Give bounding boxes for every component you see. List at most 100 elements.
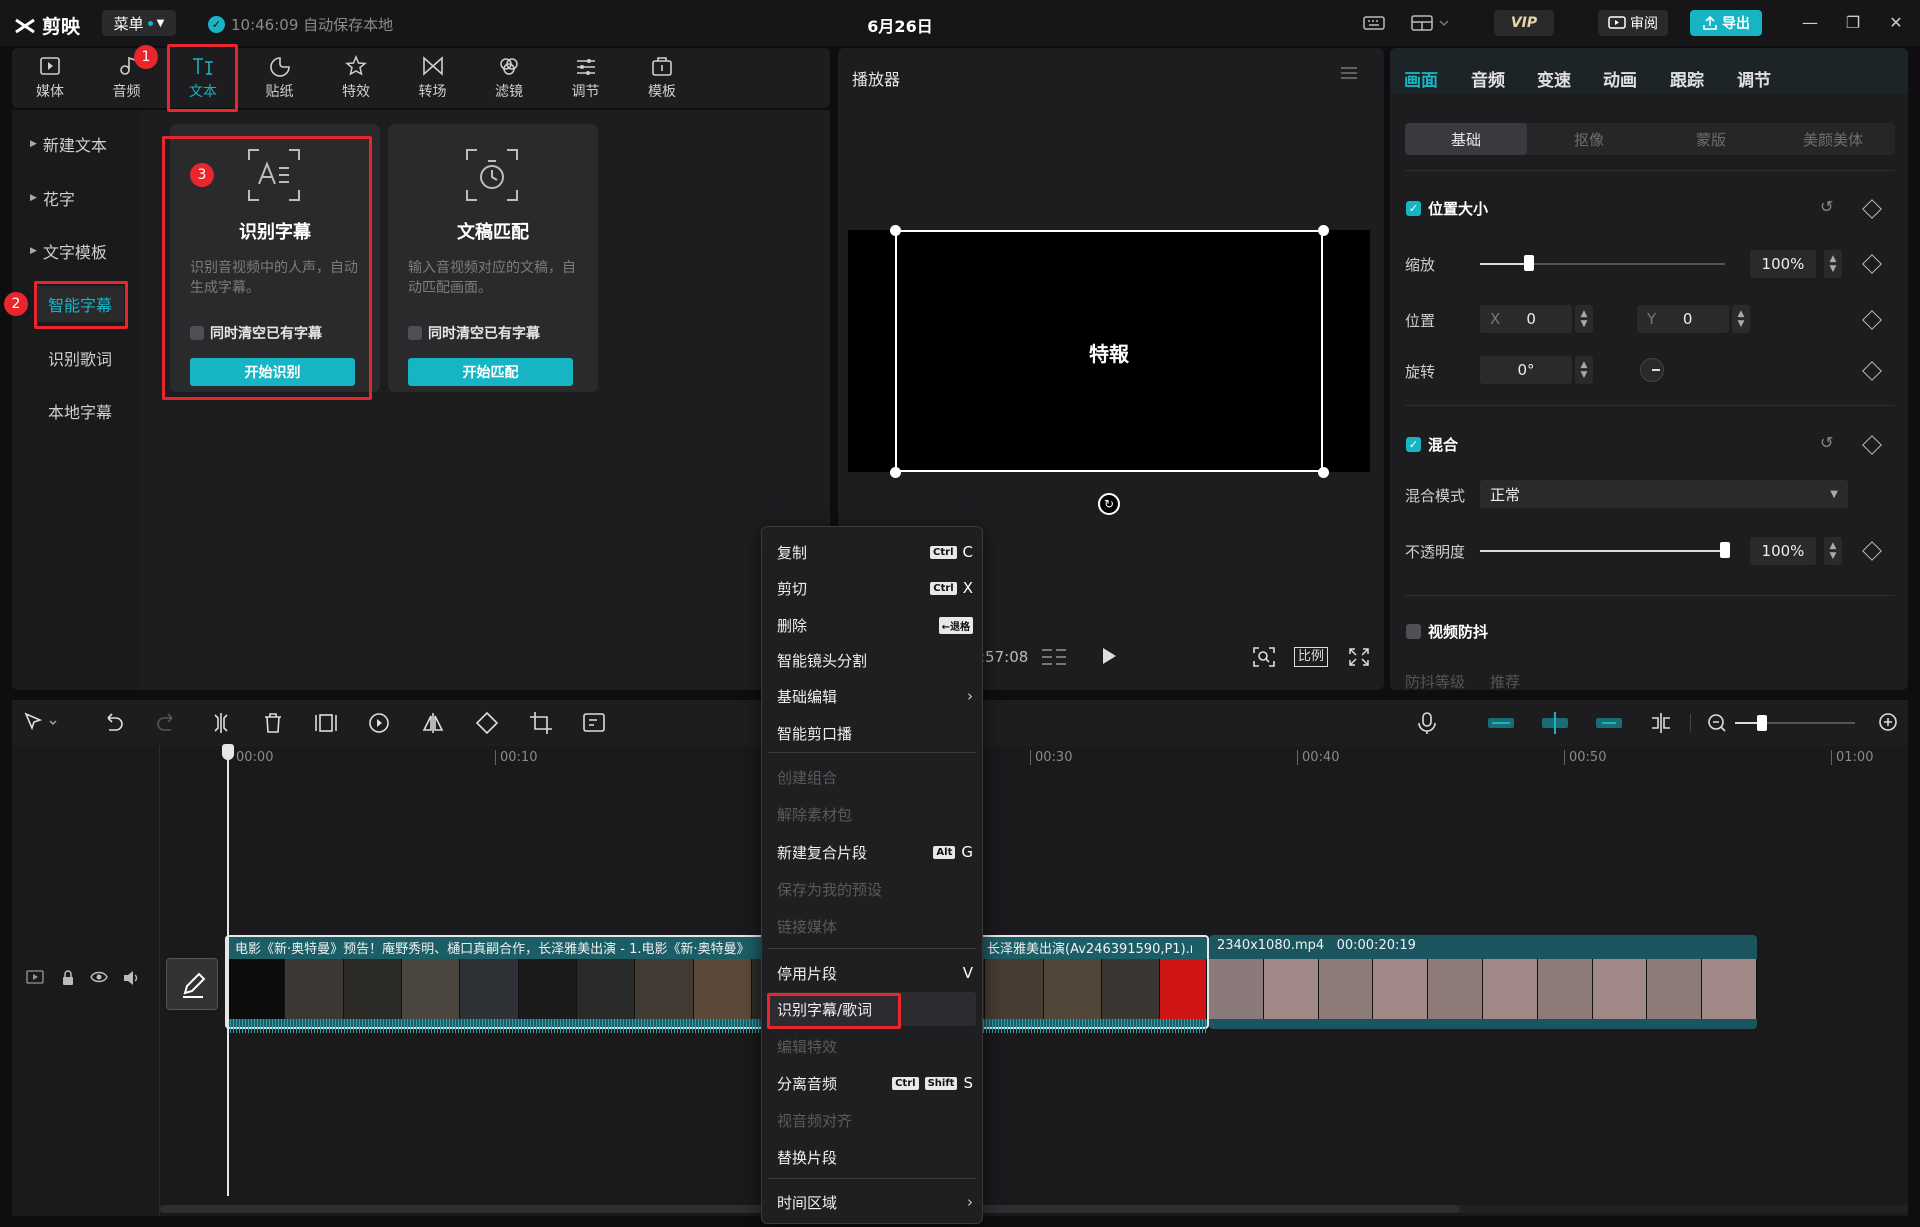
blend-mode-select[interactable]: 正常 ▼ xyxy=(1480,480,1848,508)
keyboard-shortcut-icon[interactable] xyxy=(1362,13,1388,33)
opacity-stepper[interactable]: ▲ ▼ xyxy=(1824,537,1842,565)
list-view-icon[interactable] xyxy=(1040,646,1068,668)
tab-sticker[interactable]: 贴纸 xyxy=(246,50,314,106)
track-type-icon[interactable] xyxy=(26,970,44,984)
reset-icon[interactable]: ↺ xyxy=(1820,197,1833,216)
sidebar-item-fancy-text[interactable]: ▶ 花字 xyxy=(30,180,140,216)
play-icon[interactable] xyxy=(1100,645,1118,667)
position-x-stepper[interactable]: ▲ ▼ xyxy=(1575,305,1593,333)
checkbox-unchecked[interactable] xyxy=(1406,624,1421,639)
checkbox-checked[interactable]: ✓ xyxy=(1406,437,1421,452)
menu-item[interactable]: 停用片段 V xyxy=(777,958,973,988)
scale-stepper[interactable]: ▲ ▼ xyxy=(1824,250,1842,278)
scale-value-field[interactable]: 100% xyxy=(1750,250,1816,278)
scale-slider-knob[interactable] xyxy=(1524,255,1534,271)
rotate-icon[interactable]: ↻ xyxy=(1098,493,1120,515)
opacity-value-field[interactable]: 100% xyxy=(1750,537,1816,565)
subtab-beauty[interactable]: 美颜美体 xyxy=(1772,123,1894,155)
crop-icon[interactable] xyxy=(528,710,554,736)
playhead-line[interactable] xyxy=(227,746,229,1196)
start-match-button[interactable]: 开始匹配 xyxy=(408,358,573,386)
reverse-play-icon[interactable] xyxy=(366,710,392,736)
menu-item[interactable]: 基础编辑 › xyxy=(777,681,973,711)
main-menu-button[interactable]: 菜单 ▼ xyxy=(102,10,176,36)
rotate-stepper[interactable]: ▲ ▼ xyxy=(1575,356,1593,384)
subtab-mask[interactable]: 蒙版 xyxy=(1650,123,1772,155)
video-clip[interactable]: 2340x1080.mp4 00:00:20:19 xyxy=(1209,935,1757,1029)
tab-tracking[interactable]: 跟踪 xyxy=(1670,66,1704,91)
tab-effects[interactable]: 特效 xyxy=(322,50,390,106)
select-cursor-icon[interactable] xyxy=(22,710,57,736)
linkage-icon[interactable] xyxy=(1594,710,1624,736)
menu-item[interactable]: 智能镜头分割 xyxy=(777,645,973,675)
subtab-basic[interactable]: 基础 xyxy=(1405,123,1527,155)
scale-slider[interactable] xyxy=(1480,263,1725,265)
fullscreen-icon[interactable] xyxy=(1348,647,1370,667)
tab-transition[interactable]: 转场 xyxy=(399,50,467,106)
clear-subtitle-checkbox[interactable]: 同时清空已有字幕 xyxy=(408,323,540,343)
preview-axis-icon[interactable] xyxy=(1648,710,1674,736)
rotate-value-field[interactable]: 0° xyxy=(1480,356,1572,384)
restore-icon[interactable]: ❐ xyxy=(1843,13,1863,33)
zoom-out-icon[interactable] xyxy=(1705,710,1731,736)
tab-animation[interactable]: 动画 xyxy=(1603,66,1637,91)
timeline-scrollbar[interactable] xyxy=(160,1205,1908,1213)
menu-item[interactable]: 新建复合片段 Alt G xyxy=(777,837,973,867)
close-icon[interactable]: ✕ xyxy=(1886,13,1906,33)
resize-handle[interactable] xyxy=(1318,225,1329,236)
menu-item[interactable]: 替换片段 xyxy=(777,1142,973,1172)
auto-snap-icon[interactable] xyxy=(1540,710,1570,736)
tab-audio[interactable]: 音频 xyxy=(1471,66,1505,91)
menu-item[interactable]: 删除 ←退格 xyxy=(777,610,973,640)
tab-media[interactable]: 媒体 xyxy=(16,50,84,106)
checkbox-checked[interactable]: ✓ xyxy=(1406,201,1421,216)
microphone-icon[interactable] xyxy=(1414,710,1440,736)
lock-icon[interactable] xyxy=(60,970,76,986)
resize-handle[interactable] xyxy=(890,467,901,478)
rotate-clip-icon[interactable] xyxy=(474,710,500,736)
zoom-in-icon[interactable] xyxy=(1876,710,1902,736)
section-position-size[interactable]: ✓ 位置大小 xyxy=(1406,198,1488,219)
review-button[interactable]: 审阅 xyxy=(1598,10,1668,36)
freeze-frame-icon[interactable] xyxy=(313,710,339,736)
tab-picture[interactable]: 画面 xyxy=(1404,66,1438,91)
position-y-stepper[interactable]: ▲ ▼ xyxy=(1732,305,1750,333)
section-blend[interactable]: ✓ 混合 xyxy=(1406,434,1458,455)
opacity-slider[interactable] xyxy=(1480,550,1725,552)
sidebar-item-new-text[interactable]: ▶ 新建文本 xyxy=(30,126,140,162)
redo-icon[interactable] xyxy=(154,710,180,736)
opacity-slider-knob[interactable] xyxy=(1720,542,1730,558)
sidebar-item-text-template[interactable]: ▶ 文字模板 xyxy=(30,233,140,269)
smart-crop-icon[interactable] xyxy=(581,710,607,736)
resize-handle[interactable] xyxy=(1318,467,1329,478)
position-y-field[interactable]: Y0 xyxy=(1637,305,1729,333)
tab-adjust[interactable]: 调节 xyxy=(552,50,620,106)
split-icon[interactable] xyxy=(208,710,234,736)
menu-item[interactable]: 时间区域 › xyxy=(777,1187,973,1217)
subtab-cutout[interactable]: 抠像 xyxy=(1528,123,1650,155)
resize-handle[interactable] xyxy=(890,225,901,236)
position-x-field[interactable]: X0 xyxy=(1480,305,1572,333)
layout-icon[interactable] xyxy=(1410,13,1454,33)
tab-speed[interactable]: 变速 xyxy=(1537,66,1571,91)
zoom-slider-knob[interactable] xyxy=(1757,715,1767,731)
eye-icon[interactable] xyxy=(90,970,108,984)
playhead-handle[interactable] xyxy=(222,744,234,760)
menu-item[interactable]: 智能剪口播 xyxy=(777,718,973,748)
main-track-magnet-icon[interactable] xyxy=(1486,710,1516,736)
track-cover-thumbnail[interactable] xyxy=(166,958,218,1010)
mirror-icon[interactable] xyxy=(420,710,446,736)
video-clip-selected[interactable]: 电影《新·奥特曼》预告！庵野秀明、樋口真嗣合作，长泽雅美出演 - 1.电影《新·… xyxy=(225,935,1209,1033)
tab-filter[interactable]: 滤镜 xyxy=(475,50,543,106)
minimize-icon[interactable]: — xyxy=(1800,13,1820,33)
fit-screen-icon[interactable] xyxy=(1252,646,1276,668)
rotate-dial[interactable] xyxy=(1640,358,1664,382)
section-stabilize[interactable]: 视频防抖 xyxy=(1406,621,1488,642)
speaker-icon[interactable] xyxy=(122,970,140,986)
checkbox-box[interactable] xyxy=(408,326,422,340)
delete-icon[interactable] xyxy=(260,710,286,736)
stabilize-level-value[interactable]: 推荐 xyxy=(1490,671,1520,692)
hamburger-menu-icon[interactable] xyxy=(1340,66,1358,80)
undo-icon[interactable] xyxy=(100,710,126,736)
menu-item[interactable]: 分离音频 Ctrl Shift S xyxy=(777,1068,973,1098)
